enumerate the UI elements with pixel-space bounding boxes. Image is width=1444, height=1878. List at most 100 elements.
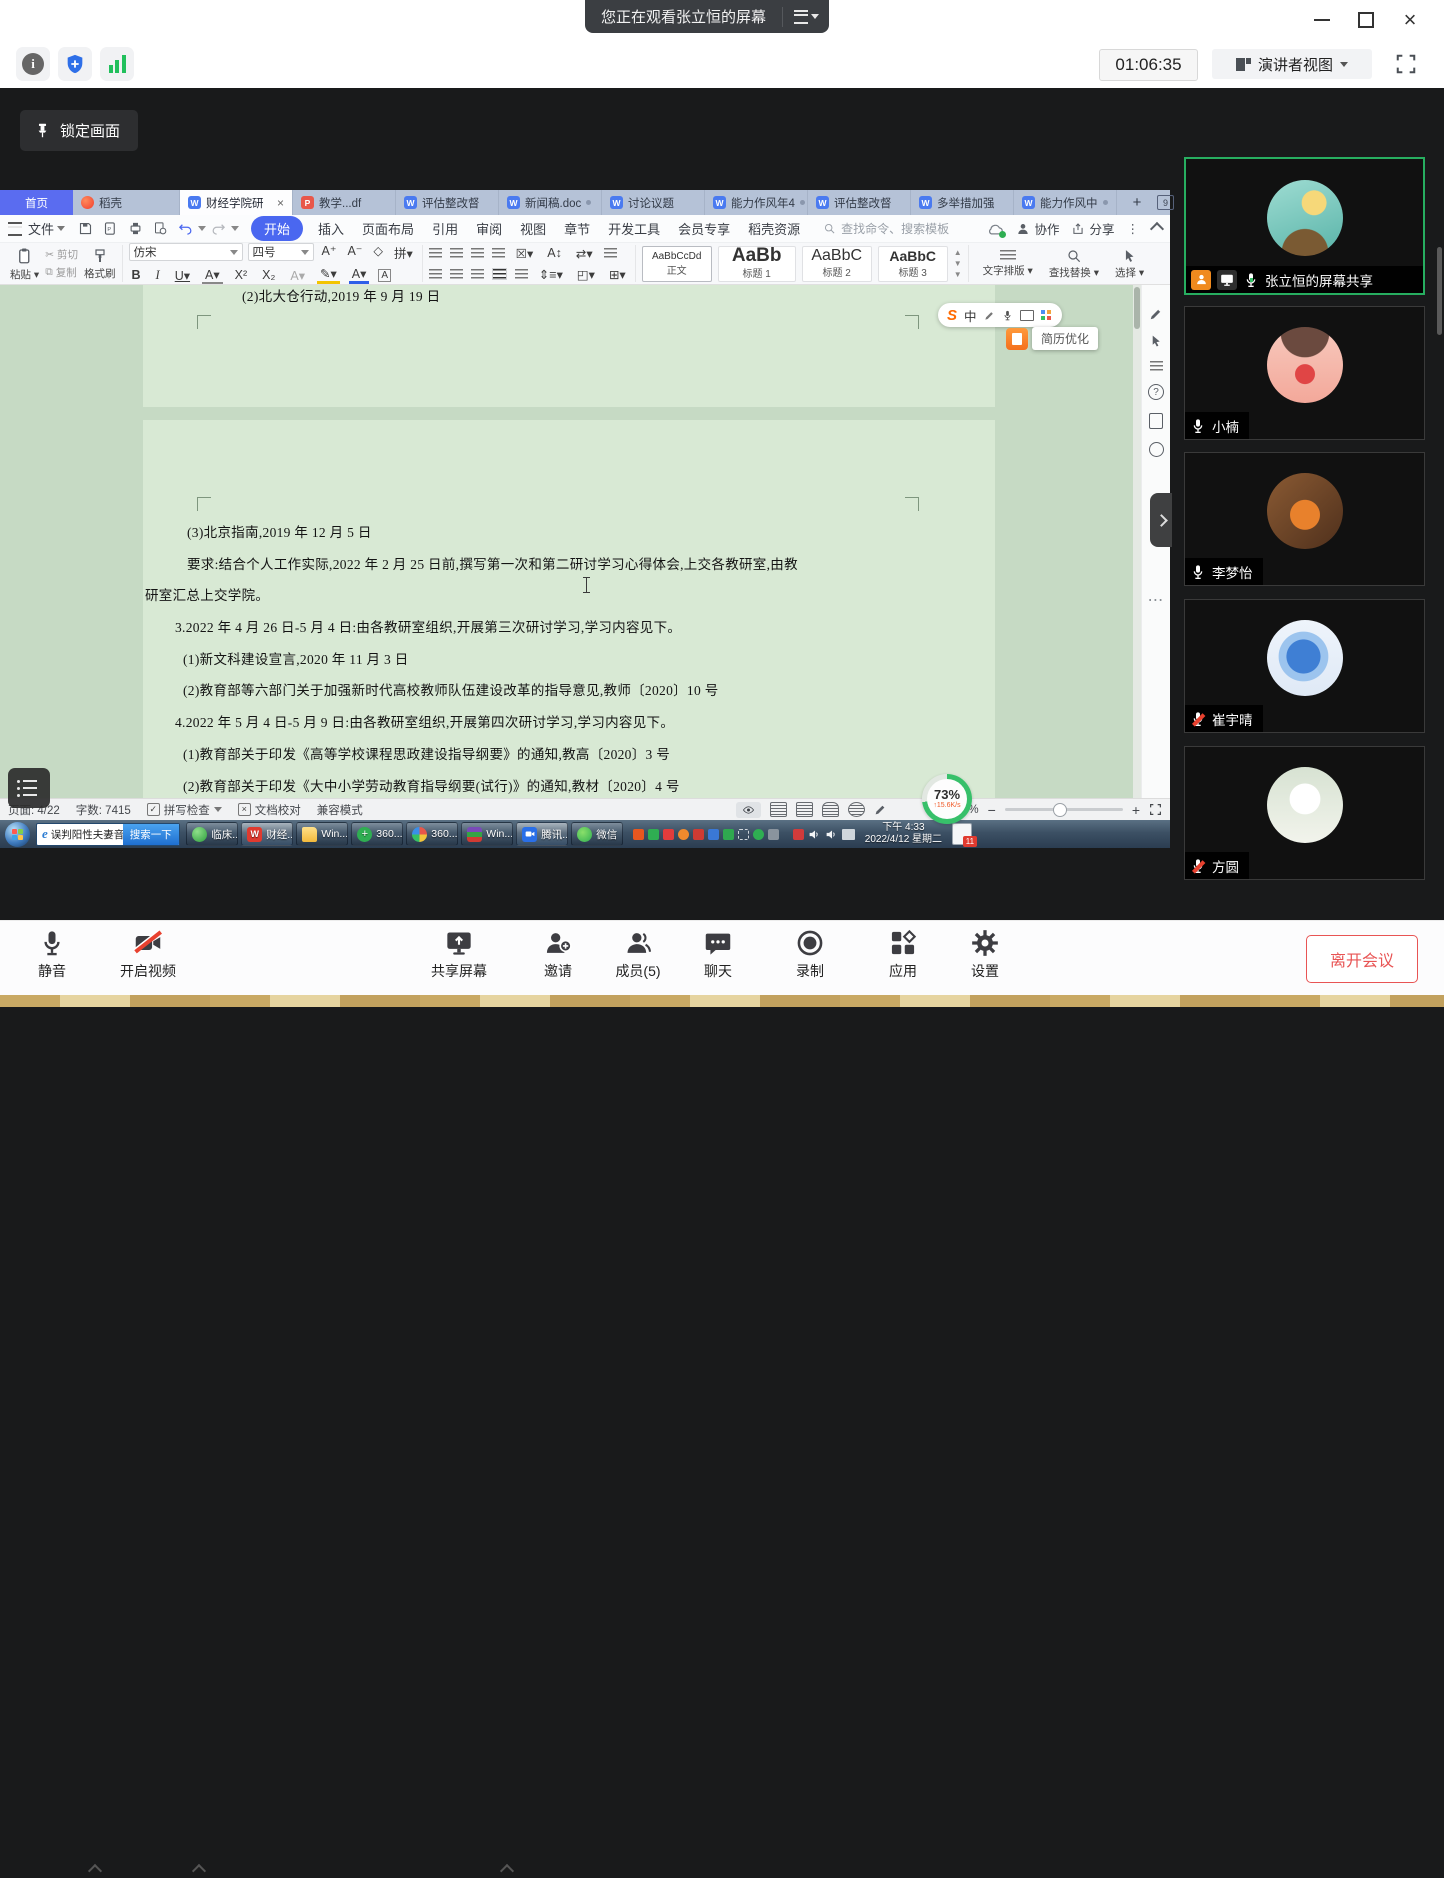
bullet-list-icon[interactable] [429,248,442,258]
shading-button[interactable]: ◰▾ [574,267,598,282]
styles-down-icon[interactable]: ▼ [954,259,962,268]
outline-view-icon[interactable] [796,802,813,817]
clear-format-button[interactable]: ◇ [370,243,386,262]
wps-tab-doc[interactable]: W能力作风年4 [705,190,808,215]
window-minimize-button[interactable] [1308,10,1336,30]
command-search[interactable]: 查找命令、搜索模板 [823,220,949,237]
network-quality-button[interactable] [100,47,134,81]
wps-tab-doc[interactable]: W评估整改督 [808,190,911,215]
security-button[interactable] [58,47,92,81]
side-more-icon[interactable]: ⋯ [1148,590,1165,610]
doc-map-icon[interactable] [1149,413,1163,429]
undo-icon[interactable] [177,221,194,236]
styles-up-icon[interactable]: ▲ [954,248,962,257]
menu-review[interactable]: 审阅 [476,219,502,238]
window-close-button[interactable]: × [1396,10,1424,30]
taskbar-clock[interactable]: 下午 4:33 2022/4/12 星期二 [865,822,942,846]
read-view-icon[interactable] [822,802,839,817]
taskbar-app-wps[interactable]: W财经... [241,822,293,846]
zoom-slider-knob[interactable] [1053,803,1067,817]
copy-button[interactable]: ⧉ 复制 [45,265,78,280]
document-scrollbar[interactable] [1133,285,1141,798]
font-color-button[interactable]: A▾ [349,266,370,284]
text-typeset-button[interactable]: 文字排版 ▾ [983,250,1033,278]
spell-check-toggle[interactable]: ✓拼写检查 [147,802,222,818]
zoom-in-icon[interactable]: + [1132,802,1140,818]
adjust-icon[interactable] [1150,361,1163,371]
banner-menu-button[interactable] [783,0,829,33]
tray-icon[interactable] [693,829,704,840]
phonetic-guide-button[interactable]: 拼▾ [391,243,416,262]
subscript-button[interactable]: X₂ [259,268,278,282]
keyboard-icon[interactable] [1020,310,1034,321]
distribute-icon[interactable] [515,269,528,279]
wps-tab-doc[interactable]: W新闻稿.doc [499,190,602,215]
network-tray-icon[interactable] [842,829,855,840]
volume-icon[interactable] [808,828,821,841]
speed-widget[interactable]: 73%↑15.6K/s [922,774,972,824]
leave-meeting-button[interactable]: 离开会议 [1306,935,1418,983]
tray-icon[interactable] [738,829,749,840]
view-mode-dropdown[interactable]: 演讲者视图 [1212,49,1372,79]
menu-page-layout[interactable]: 页面布局 [362,219,414,238]
print-icon[interactable] [127,221,144,236]
font-name-select[interactable]: 仿宋 [129,243,243,261]
style-heading1[interactable]: AaBb标题 1 [718,246,796,282]
taskbar-app-explorer[interactable]: Win... [296,822,348,846]
wps-tab-docer[interactable]: 稻壳 [73,190,180,215]
menu-insert[interactable]: 插入 [318,219,344,238]
meeting-info-button[interactable]: i [16,47,50,81]
document-canvas[interactable]: (2)北大仓行动,2019 年 9 月 19 日 (3)北京指南,2019 年 … [0,285,1133,798]
tab-close-icon[interactable]: × [277,196,284,210]
mic-options-chevron[interactable] [90,1863,101,1874]
collaborate-button[interactable]: 协作 [1016,219,1059,238]
sogou-input-bar[interactable]: S 中 [938,303,1062,327]
align-left-icon[interactable] [429,269,442,279]
share-screen-button[interactable]: 共享屏幕 [417,929,501,981]
underline-button[interactable]: U▾ [172,268,193,283]
handwrite-icon[interactable] [984,310,995,321]
zoom-out-icon[interactable]: − [988,802,996,818]
cloud-sync-button[interactable] [986,220,1004,238]
zoom-slider[interactable] [1005,808,1123,811]
participant-tile[interactable]: 崔宇晴 [1184,599,1425,733]
tray-icon[interactable] [753,829,764,840]
settings-button[interactable]: 设置 [943,929,1027,981]
share-options-chevron[interactable] [502,1863,513,1874]
tab-list-button[interactable]: 9 [1157,195,1174,210]
taskbar-app-winrar[interactable]: Win... [461,822,513,846]
taskbar-app-wechat[interactable]: 微信 [571,822,623,846]
taskbar-app-360soft[interactable]: 360... [406,822,458,846]
grow-font-button[interactable]: A⁺ [319,243,340,262]
wps-tab-doc[interactable]: W评估整改督 [396,190,499,215]
ruler-icon[interactable] [604,248,617,258]
wps-tab-doc[interactable]: W讨论议题 [602,190,705,215]
find-replace-button[interactable]: 查找替换 ▾ [1049,248,1099,280]
page-view-icon[interactable] [770,802,787,817]
increase-indent-icon[interactable] [492,248,505,258]
style-normal[interactable]: AaBbCcDd正文 [642,246,712,282]
tray-icon[interactable] [723,829,734,840]
shrink-font-button[interactable]: A⁻ [344,243,365,262]
border-button[interactable]: ⊞▾ [606,267,629,282]
doc-proof-button[interactable]: ×文档校对 [238,802,301,818]
help-icon[interactable]: ? [1148,384,1164,400]
share-button[interactable]: 分享 [1071,219,1114,238]
word-count[interactable]: 字数: 7415 [76,802,131,818]
decrease-indent-icon[interactable] [471,248,484,258]
tray-icon[interactable] [648,829,659,840]
highlight-color-button[interactable]: ✎▾ [317,266,340,284]
char-border-button[interactable]: A▾ [202,267,223,284]
bold-button[interactable]: B [129,268,144,282]
redo-dropdown-icon[interactable] [231,226,239,231]
participant-tile[interactable]: 李梦怡 [1184,452,1425,586]
eye-protect-button[interactable] [736,802,761,818]
wps-tab-active-doc[interactable]: W财经学院研× [180,190,293,215]
taskbar-app-browser[interactable]: 临床... [186,822,238,846]
web-view-icon[interactable] [848,802,865,817]
participant-tile-sharing[interactable]: 张立恒的屏幕共享 [1184,157,1425,295]
styles-more-icon[interactable]: ▼ [954,270,962,279]
menu-references[interactable]: 引用 [432,219,458,238]
invite-button[interactable]: 邀请 [516,929,600,981]
sidebar-collapse-handle[interactable] [1150,493,1172,547]
